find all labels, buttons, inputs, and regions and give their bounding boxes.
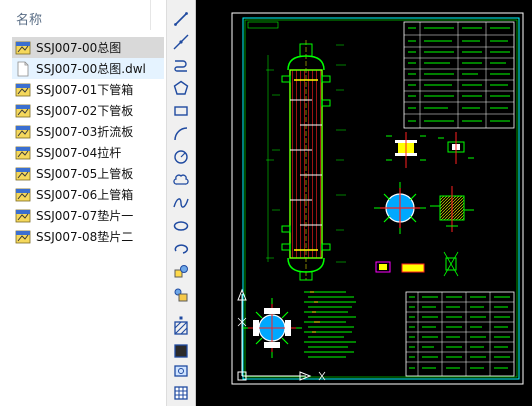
- drawing-canvas[interactable]: [196, 0, 532, 406]
- revision-cloud-tool-button[interactable]: [170, 169, 192, 191]
- draw-toolbar: [167, 0, 196, 406]
- file-name: SSJ007-04拉杆: [36, 146, 122, 160]
- dwg-file-icon: [15, 187, 31, 203]
- hatch-icon: [174, 321, 188, 335]
- column-divider[interactable]: [150, 0, 151, 30]
- circle-icon: [174, 150, 188, 164]
- drawing-sheet: [231, 12, 524, 385]
- column-header-name[interactable]: 名称: [16, 9, 42, 28]
- file-name: SSJ007-03折流板: [36, 125, 134, 139]
- file-item[interactable]: SSJ007-06上管箱: [12, 184, 164, 205]
- file-explorer: 名称 SSJ007-00总图 SSJ007-00总图.dwl SSJ007-01下管…: [0, 0, 167, 406]
- title-block: [405, 291, 515, 377]
- tubesheet-section-view: [374, 182, 426, 234]
- file-item[interactable]: SSJ007-02下管板: [12, 100, 164, 121]
- gradient-tool-button[interactable]: [170, 340, 192, 362]
- revision-cloud-icon: [173, 174, 189, 185]
- insert-block-icon: [174, 265, 188, 278]
- polyline-icon: [174, 60, 187, 72]
- file-name: SSJ007-08垫片二: [36, 230, 134, 244]
- line-icon: [174, 12, 188, 26]
- file-name: SSJ007-01下管箱: [36, 83, 134, 97]
- dwg-file-icon: [15, 208, 31, 224]
- ellipse-icon: [173, 221, 189, 231]
- polyline-tool-button[interactable]: [170, 54, 192, 76]
- make-block-icon: [174, 288, 188, 302]
- technical-data-table: [403, 21, 515, 129]
- gasket-detail-view: [375, 251, 459, 277]
- dwg-file-icon: [15, 229, 31, 245]
- table-tool-button[interactable]: [170, 382, 192, 404]
- construction-line-icon: [173, 34, 189, 50]
- file-name: SSJ007-00总图.dwl: [36, 62, 146, 76]
- circle-tool-button[interactable]: [170, 146, 192, 168]
- polygon-tool-button[interactable]: [170, 77, 192, 99]
- file-item[interactable]: SSJ007-01下管箱: [12, 79, 164, 100]
- dwg-file-icon: [15, 145, 31, 161]
- dwg-file-icon: [15, 82, 31, 98]
- file-name: SSJ007-02下管板: [36, 104, 134, 118]
- file-name: SSJ007-07垫片一: [36, 209, 134, 223]
- region-tool-button[interactable]: [170, 360, 192, 382]
- technical-requirements-notes: [304, 291, 356, 358]
- dwg-file-icon: [15, 124, 31, 140]
- insert-block-tool-button[interactable]: [170, 261, 192, 283]
- ellipse-arc-icon: [174, 244, 189, 254]
- flange-detail-right: [438, 132, 474, 164]
- arc-icon: [174, 127, 188, 141]
- flange-detail-left: [386, 132, 426, 168]
- file-name: SSJ007-00总图: [36, 41, 122, 55]
- region-icon: [174, 365, 188, 377]
- make-block-tool-button[interactable]: [170, 284, 192, 306]
- table-icon: [174, 386, 188, 400]
- file-item[interactable]: SSJ007-07垫片一: [12, 205, 164, 226]
- support-detail-view: [430, 186, 474, 232]
- spline-icon: [173, 198, 189, 208]
- polygon-icon: [173, 80, 189, 95]
- ellipse-tool-button[interactable]: [170, 215, 192, 237]
- file-item[interactable]: SSJ007-04拉杆: [12, 142, 164, 163]
- heat-exchanger-elevation: [266, 40, 346, 281]
- ellipse-arc-tool-button[interactable]: [170, 238, 192, 260]
- line-tool-button[interactable]: [170, 8, 192, 30]
- hatch-tool-button[interactable]: [170, 317, 192, 339]
- nozzle-orientation-view: [242, 298, 302, 358]
- rectangle-tool-button[interactable]: [170, 100, 192, 122]
- file-name: SSJ007-05上管板: [36, 167, 134, 181]
- dwg-file-icon: [15, 40, 31, 56]
- file-item[interactable]: SSJ007-05上管板: [12, 163, 164, 184]
- rectangle-icon: [174, 106, 188, 116]
- dwg-file-icon: [15, 103, 31, 119]
- spline-tool-button[interactable]: [170, 192, 192, 214]
- arc-tool-button[interactable]: [170, 123, 192, 145]
- file-name: SSJ007-06上管箱: [36, 188, 134, 202]
- file-item[interactable]: SSJ007-00总图: [12, 37, 164, 58]
- file-item[interactable]: SSJ007-08垫片二: [12, 226, 164, 247]
- dwg-file-icon: [15, 166, 31, 182]
- file-item[interactable]: SSJ007-00总图.dwl: [12, 58, 164, 79]
- dwl-file-icon: [15, 61, 31, 77]
- file-item[interactable]: SSJ007-03折流板: [12, 121, 164, 142]
- drawing-code-box: [247, 21, 279, 29]
- construction-line-tool-button[interactable]: [170, 31, 192, 53]
- gradient-icon: [174, 344, 188, 358]
